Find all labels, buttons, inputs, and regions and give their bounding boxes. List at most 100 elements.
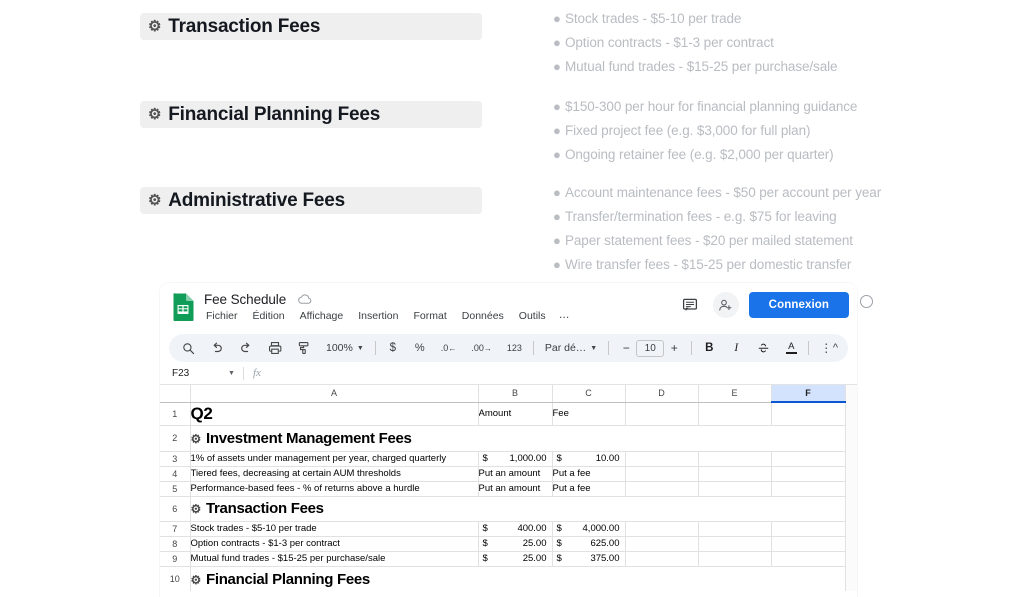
cell-a1[interactable]: Q2 [190,402,479,426]
cell-a10-section[interactable]: ⚙ Financial Planning Fees [190,566,846,591]
more-formats-button[interactable]: 123 [503,337,526,359]
chevron-down-icon[interactable]: ▼ [228,370,235,377]
cell-e1[interactable] [698,402,772,426]
italic-button[interactable]: I [726,337,746,359]
menu-item-affichage[interactable]: Affichage [298,309,346,323]
cell-e5[interactable] [698,481,772,497]
column-header-d[interactable]: D [625,385,699,403]
bold-button[interactable]: B [699,337,719,359]
cell-f4[interactable] [771,466,846,482]
cell-d1[interactable] [625,402,699,426]
redo-icon[interactable] [235,337,257,359]
cell-d3[interactable] [625,451,699,467]
menu-overflow-button[interactable]: … [559,309,571,323]
search-icon[interactable] [178,337,199,359]
row-header[interactable]: 3 [160,451,191,467]
cell-d5[interactable] [625,481,699,497]
menu-item-donnees[interactable]: Données [460,309,506,323]
cell-e3[interactable] [698,451,772,467]
cell-e9[interactable] [698,551,772,567]
chevron-up-icon[interactable]: ^ [833,342,838,354]
cell-b9[interactable]: $ 25.00 [478,551,553,567]
person-add-icon[interactable] [712,292,739,318]
column-header-f[interactable]: F [771,385,846,403]
doc-heading-administrative-fees[interactable]: ⚙ Administrative Fees [140,187,482,214]
cell-c3[interactable]: $ 10.00 [552,451,626,467]
cell-e8[interactable] [698,536,772,552]
cell-f9[interactable] [771,551,846,567]
cell-b3[interactable]: $ 1,000.00 [478,451,553,467]
row-header[interactable]: 8 [160,536,191,552]
cell-a4[interactable]: Tiered fees, decreasing at certain AUM t… [190,466,479,482]
cell-a5[interactable]: Performance-based fees - % of returns ab… [190,481,479,497]
cell-b4[interactable]: Put an amount [478,466,553,482]
column-header-e[interactable]: E [698,385,772,403]
cell-d9[interactable] [625,551,699,567]
cell-f1[interactable] [771,402,846,426]
cell-a8[interactable]: Option contracts - $1-3 per contract [190,536,479,552]
print-icon[interactable] [264,337,286,359]
decrease-font-size-button[interactable]: − [616,337,636,359]
increase-font-size-button[interactable]: + [664,337,684,359]
menu-item-outils[interactable]: Outils [517,309,548,323]
decrease-decimal-button[interactable]: .0 ← [437,337,461,359]
doc-heading-transaction-fees[interactable]: ⚙ Transaction Fees [140,13,482,40]
cell-d4[interactable] [625,466,699,482]
row-header[interactable]: 9 [160,551,191,567]
column-header-c[interactable]: C [552,385,626,403]
cell-e7[interactable] [698,521,772,537]
column-header-b[interactable]: B [478,385,553,403]
cell-c7[interactable]: $ 4,000.00 [552,521,626,537]
row-header[interactable]: 1 [160,402,191,426]
cell-f3[interactable] [771,451,846,467]
select-all-corner[interactable] [160,385,191,403]
spreadsheet-grid[interactable]: A B C D E F 1 Q2 Amount Fee 2 ⚙ Investme… [160,385,857,591]
currency-format-button[interactable]: $ [383,337,403,359]
account-circle-icon[interactable] [860,295,873,308]
cell-a3[interactable]: 1% of assets under management per year, … [190,451,479,467]
percent-format-button[interactable]: % [410,337,430,359]
cell-d7[interactable] [625,521,699,537]
cell-a6-section[interactable]: ⚙ Transaction Fees [190,496,846,522]
cell-a2-section[interactable]: ⚙ Investment Management Fees [190,425,846,452]
doc-heading-financial-planning-fees[interactable]: ⚙ Financial Planning Fees [140,101,482,128]
row-header[interactable]: 5 [160,481,191,497]
cell-f5[interactable] [771,481,846,497]
row-header[interactable]: 6 [160,496,191,522]
menu-item-edition[interactable]: Édition [251,309,287,323]
comment-icon[interactable] [677,292,703,318]
column-header-a[interactable]: A [190,385,479,403]
increase-decimal-button[interactable]: .00 → [467,337,496,359]
cell-a9[interactable]: Mutual fund trades - $15-25 per purchase… [190,551,479,567]
cell-e4[interactable] [698,466,772,482]
cell-d8[interactable] [625,536,699,552]
undo-icon[interactable] [206,337,228,359]
cell-c4[interactable]: Put a fee [552,466,626,482]
row-header[interactable]: 7 [160,521,191,537]
row-header[interactable]: 10 [160,566,191,591]
cell-b8[interactable]: $ 25.00 [478,536,553,552]
font-size-input[interactable]: 10 [636,339,665,357]
strikethrough-icon[interactable] [753,337,774,359]
signin-button[interactable]: Connexion [748,292,849,318]
cell-b5[interactable]: Put an amount [478,481,553,497]
cell-b7[interactable]: $ 400.00 [478,521,553,537]
menu-item-insertion[interactable]: Insertion [356,309,400,323]
font-family-selector[interactable]: Par dé… ▼ [541,337,601,359]
cell-c9[interactable]: $ 375.00 [552,551,626,567]
menu-item-format[interactable]: Format [412,309,449,323]
text-color-icon[interactable]: A [781,337,801,359]
cell-c8[interactable]: $ 625.00 [552,536,626,552]
cell-c5[interactable]: Put a fee [552,481,626,497]
document-title[interactable]: Fee Schedule [204,292,286,307]
cell-f7[interactable] [771,521,846,537]
paint-format-icon[interactable] [293,337,315,359]
cell-f8[interactable] [771,536,846,552]
cell-b1[interactable]: Amount [478,402,553,426]
row-header[interactable]: 2 [160,425,191,452]
row-header[interactable]: 4 [160,466,191,482]
zoom-control[interactable]: 100% ▼ [322,337,368,359]
name-box[interactable]: F23 [166,368,228,379]
cell-c1[interactable]: Fee [552,402,626,426]
menu-item-fichier[interactable]: Fichier [204,309,240,323]
